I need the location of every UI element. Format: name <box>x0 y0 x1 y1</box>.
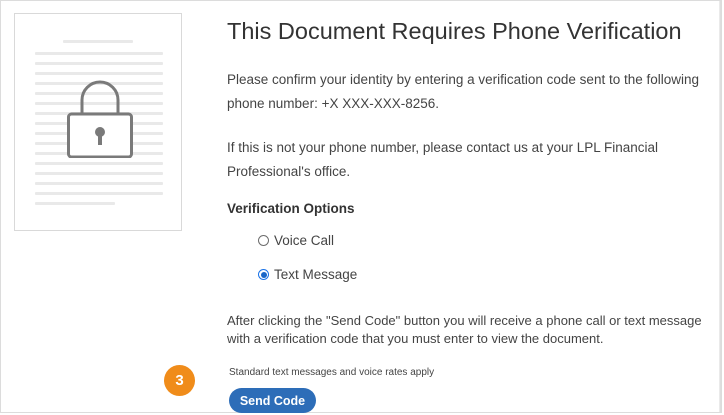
thumb-line <box>35 182 163 185</box>
text-message-label[interactable]: Text Message <box>274 267 357 282</box>
lock-icon <box>67 80 133 158</box>
voice-call-label[interactable]: Voice Call <box>274 233 334 248</box>
voice-call-option[interactable]: Voice Call <box>258 233 334 248</box>
thumb-line <box>35 162 163 165</box>
thumb-line <box>35 202 115 205</box>
send-code-button[interactable]: Send Code <box>229 388 316 413</box>
thumb-line <box>35 62 163 65</box>
thumb-line <box>35 52 163 55</box>
instructions-text: After clicking the "Send Code" button yo… <box>227 313 702 346</box>
page-title: This Document Requires Phone Verificatio… <box>227 18 682 44</box>
step-badge: 3 <box>164 365 195 396</box>
thumb-line <box>35 192 163 195</box>
rates-note: Standard text messages and voice rates a… <box>229 367 435 378</box>
contact-text: If this is not your phone number, please… <box>227 140 658 179</box>
intro-text: Please confirm your identity by entering… <box>227 72 700 111</box>
thumb-line <box>35 172 163 175</box>
verification-options-heading: Verification Options <box>227 201 355 216</box>
document-thumbnail <box>14 13 182 231</box>
thumb-line <box>35 72 163 75</box>
text-message-radio[interactable] <box>258 269 269 280</box>
text-message-option[interactable]: Text Message <box>258 267 357 282</box>
thumb-line <box>63 40 133 43</box>
voice-call-radio[interactable] <box>258 235 269 246</box>
